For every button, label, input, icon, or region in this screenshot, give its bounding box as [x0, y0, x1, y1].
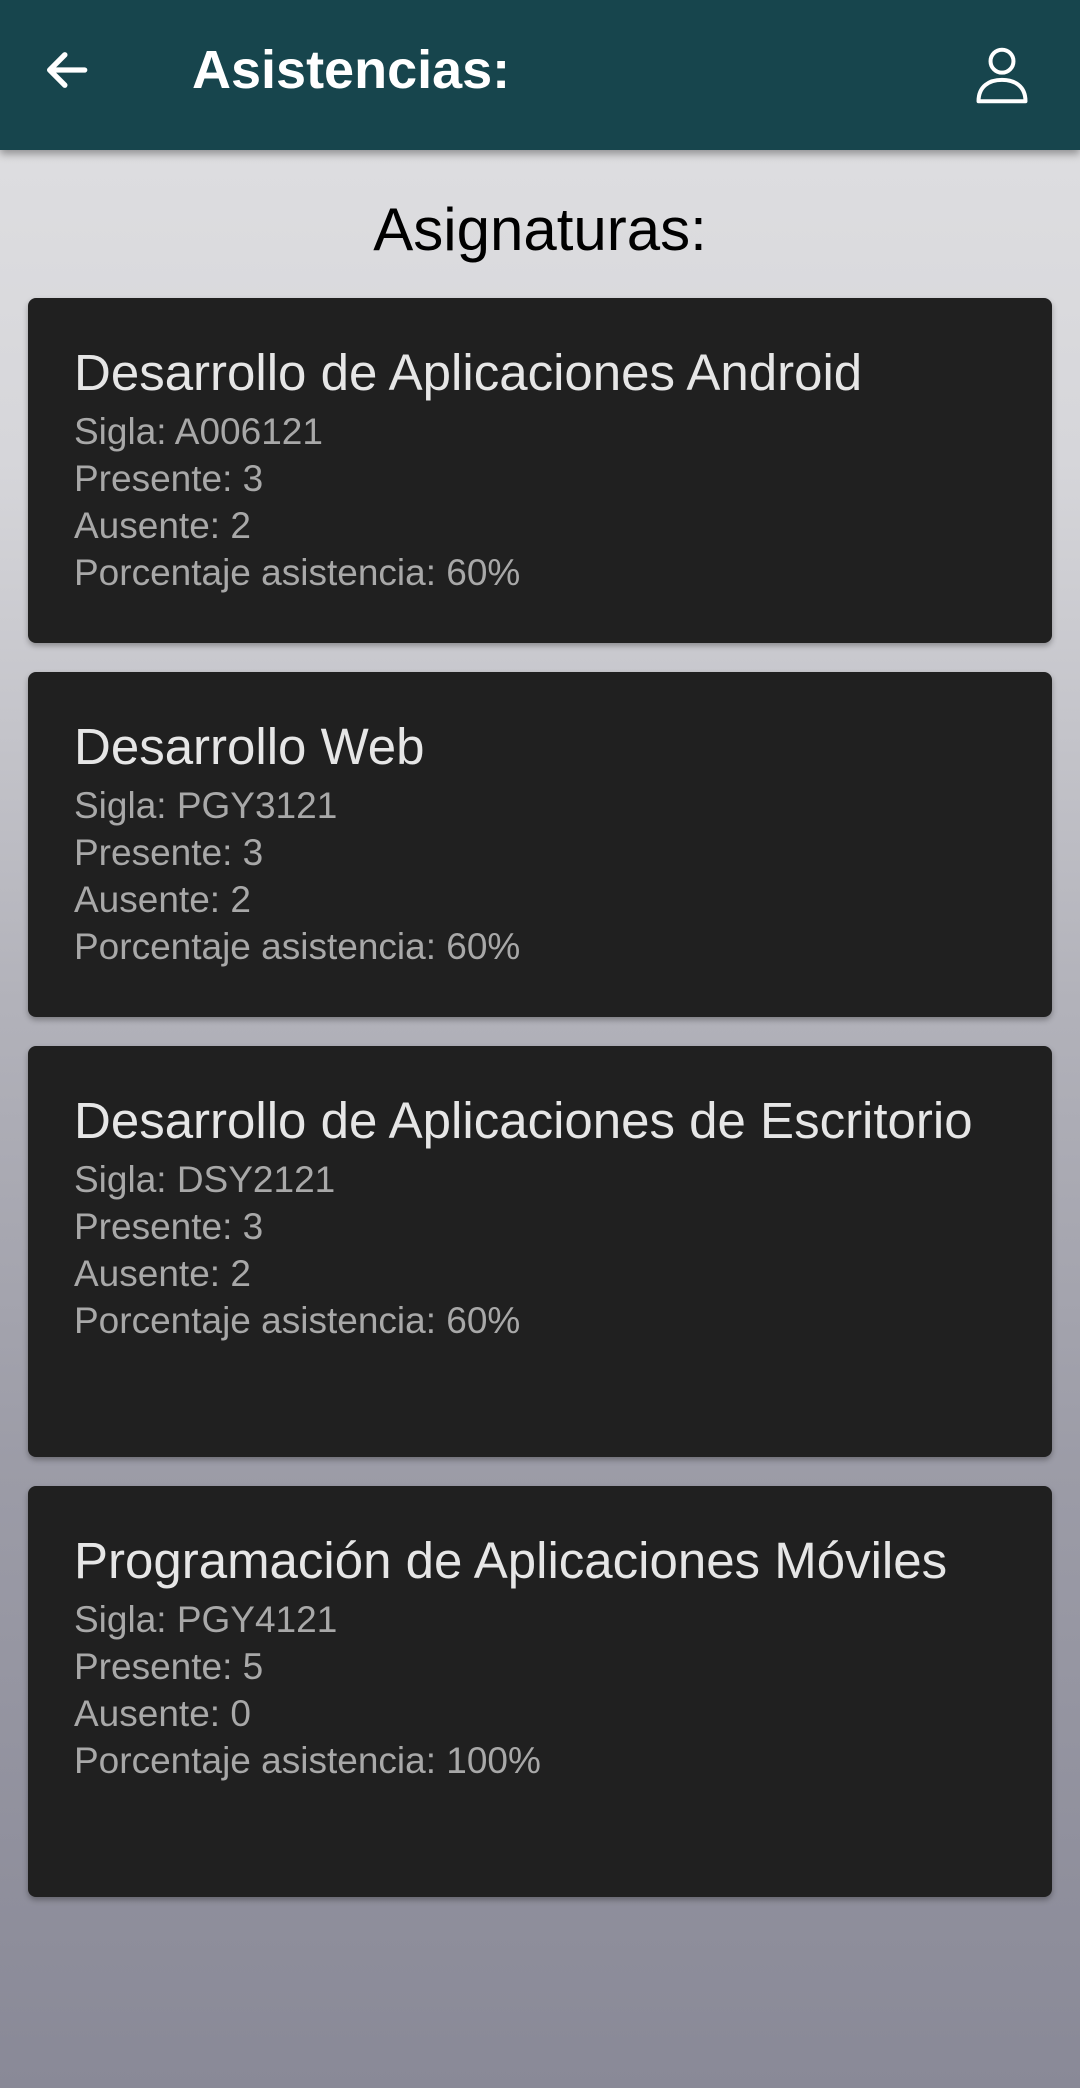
section-title: Asignaturas: [373, 196, 707, 263]
course-name: Desarrollo Web [74, 718, 425, 775]
absent-count: Ausente: 2 [74, 505, 251, 546]
present-count: Presente: 3 [74, 832, 264, 873]
course-code: Sigla: DSY2121 [74, 1159, 336, 1200]
top-toolbar: Asistencias: [0, 0, 1080, 150]
attendance-percentage: Porcentaje asistencia: 60% [74, 1300, 521, 1341]
attendance-percentage: Porcentaje asistencia: 60% [74, 552, 521, 593]
profile-button[interactable] [960, 32, 1044, 116]
course-card-web[interactable]: Desarrollo Web Sigla: PGY3121 Presente: … [28, 672, 1052, 1017]
arrow-back-icon [46, 52, 88, 88]
person-outline-icon [976, 47, 1028, 104]
course-name: Desarrollo de Aplicaciones de Escritorio [74, 1092, 973, 1149]
course-name: Programación de Aplicaciones Móviles [74, 1532, 948, 1589]
present-count: Presente: 5 [74, 1646, 264, 1687]
back-button[interactable] [26, 30, 106, 110]
course-code: Sigla: A006121 [74, 411, 323, 452]
absent-count: Ausente: 2 [74, 879, 251, 920]
course-name: Desarrollo de Aplicaciones Android [74, 344, 863, 401]
present-count: Presente: 3 [74, 458, 264, 499]
course-card-android[interactable]: Desarrollo de Aplicaciones Android Sigla… [28, 298, 1052, 643]
course-code: Sigla: PGY4121 [74, 1599, 338, 1640]
page-title: Asistencias: [192, 40, 511, 100]
present-count: Presente: 3 [74, 1206, 264, 1247]
attendance-percentage: Porcentaje asistencia: 60% [74, 926, 521, 967]
absent-count: Ausente: 0 [74, 1693, 251, 1734]
attendance-percentage: Porcentaje asistencia: 100% [74, 1740, 541, 1781]
course-card-desktop[interactable]: Desarrollo de Aplicaciones de Escritorio… [28, 1046, 1052, 1457]
course-code: Sigla: PGY3121 [74, 785, 338, 826]
absent-count: Ausente: 2 [74, 1253, 251, 1294]
course-card-mobile[interactable]: Programación de Aplicaciones Móviles Sig… [28, 1486, 1052, 1897]
